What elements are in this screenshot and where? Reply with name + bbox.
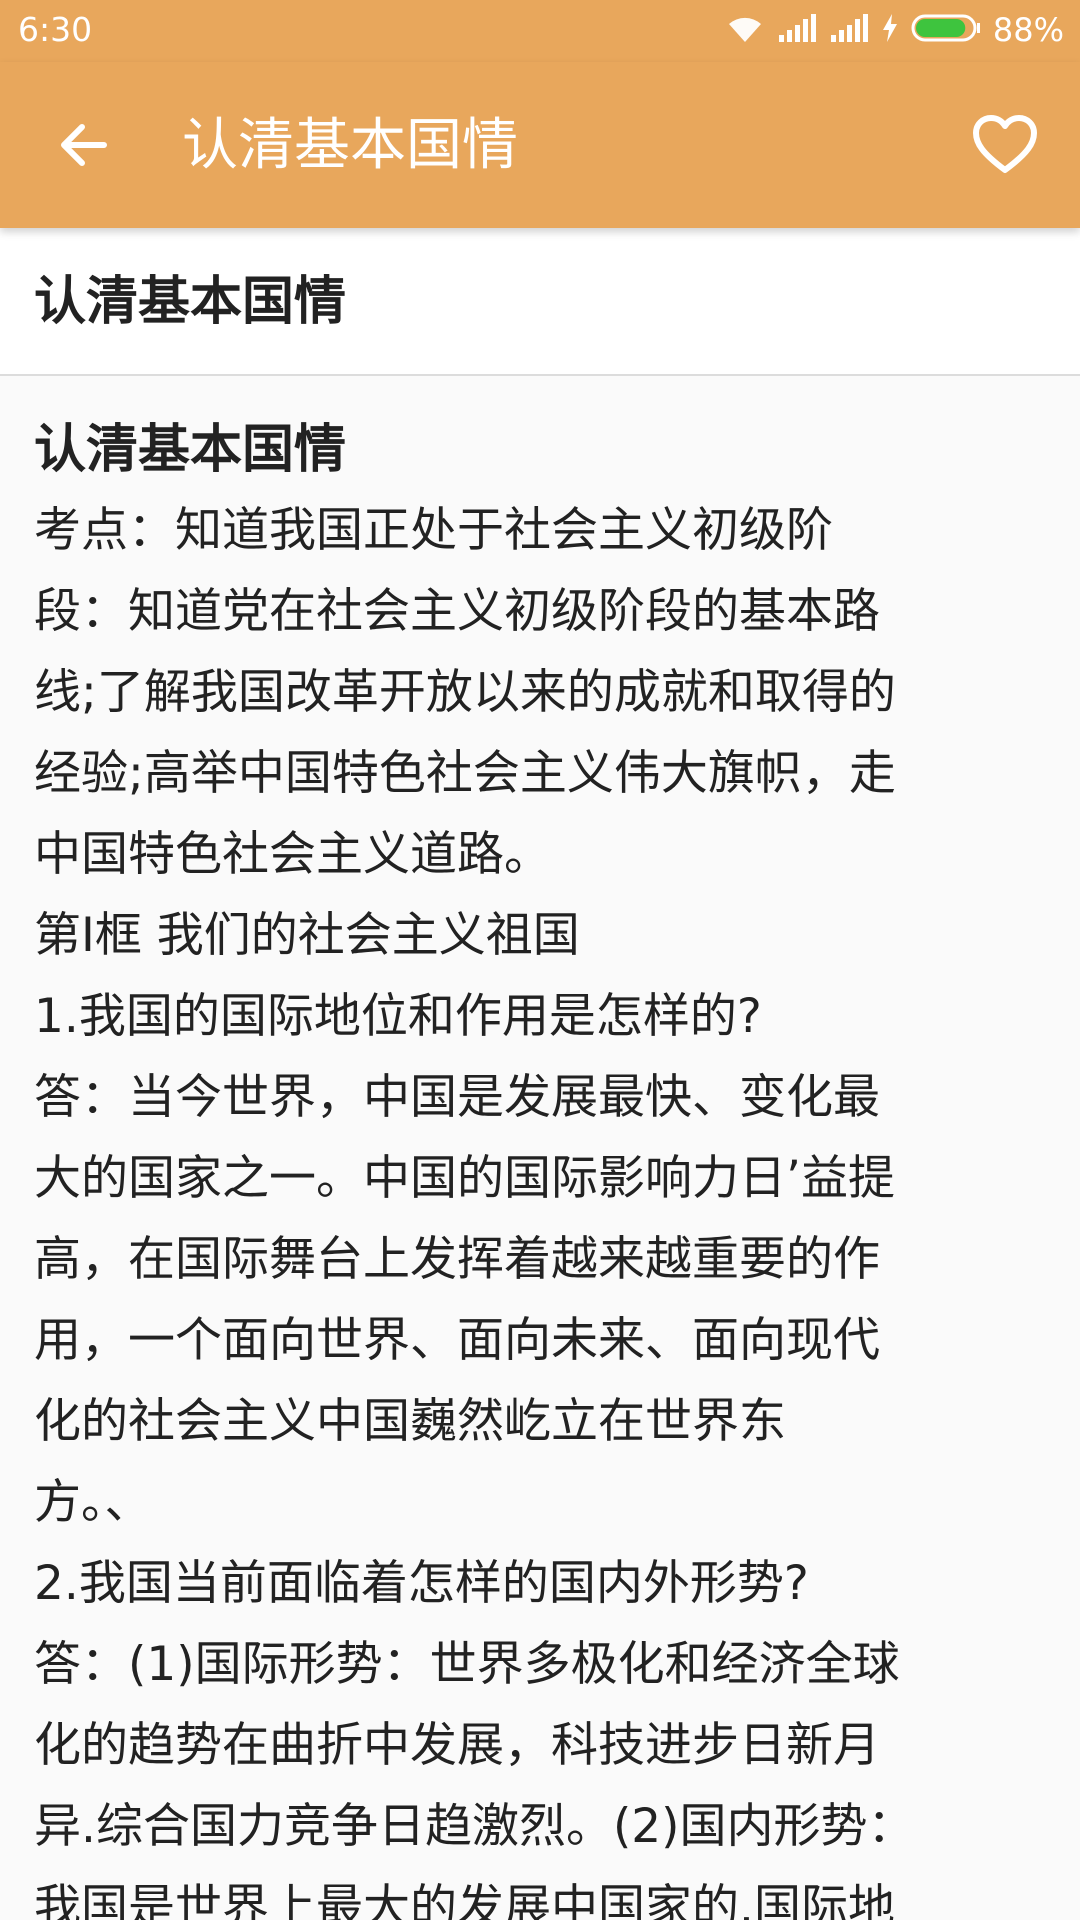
status-bar: 6:30 88% [0,0,1080,62]
heart-outline-icon [972,115,1038,179]
content-line: 段：知道党在社会主义初级阶段的基本路 [34,584,880,639]
content-line: 中国特色社会主义道路。 [34,827,551,882]
screen: 6:30 88% 认清基本国情 认清基本国情 认清基本国情 考点：知道我国正处于… [0,0,1080,1920]
content-line: 高，在国际舞台上发挥着越来越重要的作 [34,1232,880,1287]
article-header: 认清基本国情 [0,228,1080,376]
back-button[interactable] [40,104,126,190]
content-line: 1.我国的国际地位和作用是怎样的? [34,989,762,1044]
content-line: 我国是世界上最大的发展中国家的.国际地 [34,1880,895,1920]
content-line: 答：(1)国际形势：世界多极化和经济全球 [34,1637,900,1692]
battery-percent: 88% [992,11,1064,49]
content-line: 方。、 [34,1475,152,1530]
favorite-button[interactable] [960,102,1050,192]
content-line: 第I框 我们的社会主义祖国 [34,908,580,963]
app-title: 认清基本国情 [182,113,518,178]
wifi-icon [725,12,765,48]
status-icons: 88% [725,8,1064,52]
content-line: 考点：知道我国正处于社会主义初级阶 [34,503,833,558]
content-title: 认清基本国情 [34,420,347,480]
back-arrow-icon [56,118,110,176]
article-content: 认清基本国情 考点：知道我国正处于社会主义初级阶 段：知道党在社会主义初级阶段的… [34,410,1034,1920]
content-line: 异.综合国力竞争日趋激烈。(2)国内形势： [34,1799,915,1854]
app-bar: 认清基本国情 [0,62,1080,228]
content-line: 答：当今世界，中国是发展最快、变化最 [34,1070,880,1125]
signal-icon [777,13,817,47]
article-header-title: 认清基本国情 [34,272,347,332]
content-line: 经验;高举中国特色社会主义伟大旗帜，走 [34,746,896,801]
signal-icon [829,13,869,47]
content-line: 用，一个面向世界、面向未来、面向现代 [34,1313,880,1368]
status-time: 6:30 [18,10,93,49]
content-line: 大的国家之一。中国的国际影响力日’益提 [34,1151,895,1206]
content-line: 2.我国当前面临着怎样的国内外形势? [34,1556,809,1611]
content-line: 线;了解我国改革开放以来的成就和取得的 [34,665,896,720]
content-line: 化的趋势在曲折中发展，科技进步日新月 [34,1718,880,1773]
charging-icon [881,13,899,47]
battery-icon [911,13,981,47]
content-line: 化的社会主义中国巍然屹立在世界东 [34,1394,786,1449]
